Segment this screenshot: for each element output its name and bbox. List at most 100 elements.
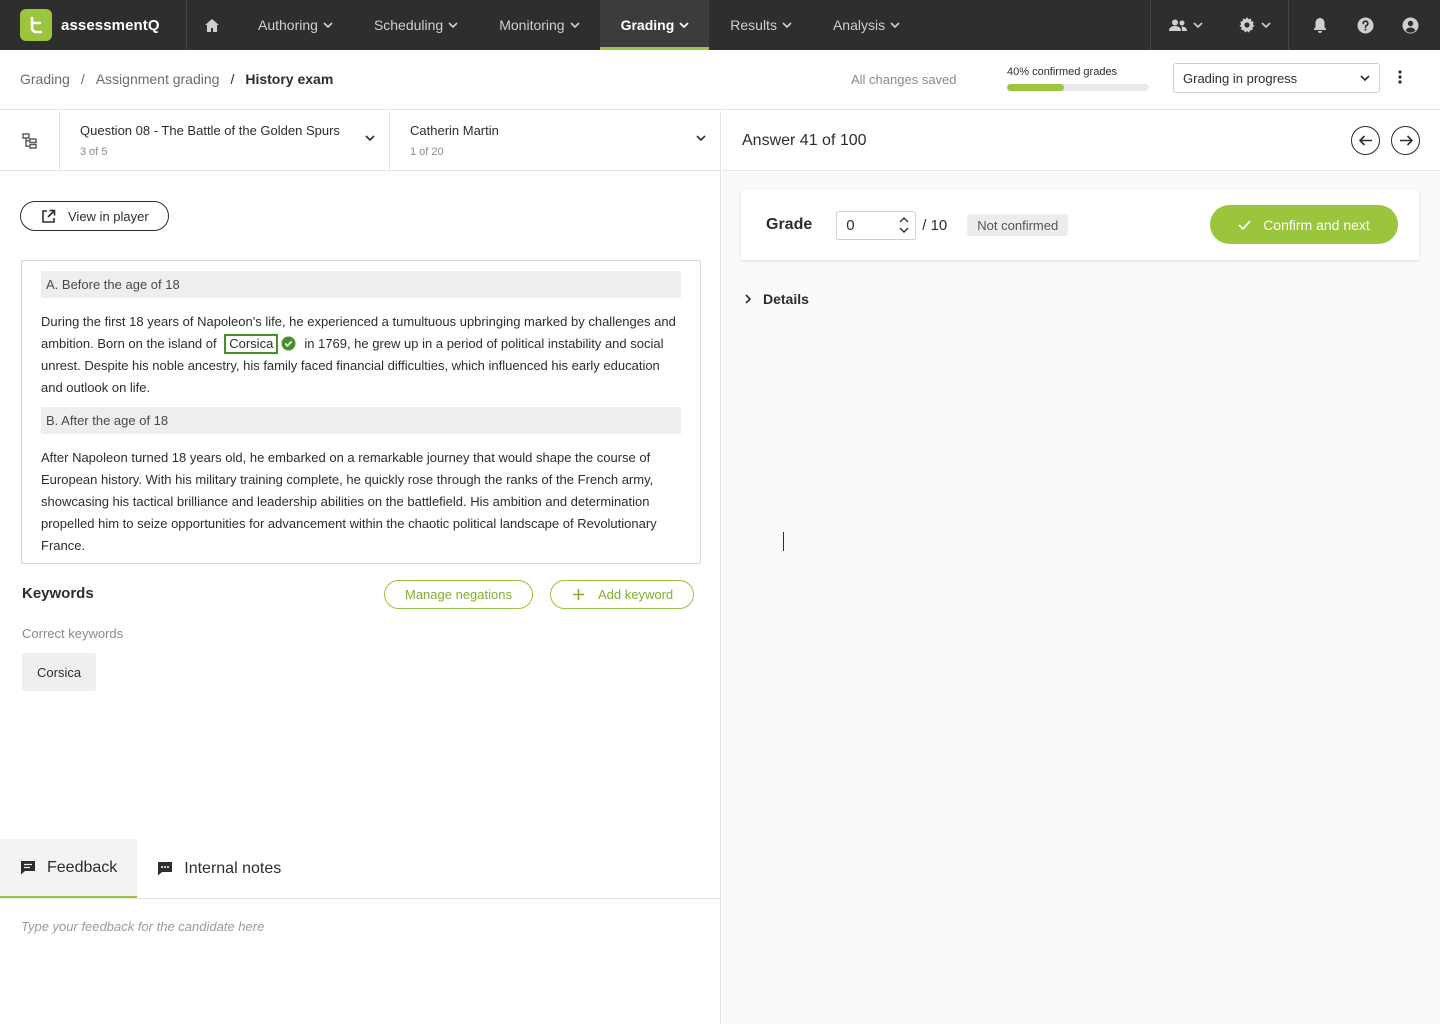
confirm-label: Confirm and next <box>1263 216 1370 233</box>
gear-icon <box>1238 17 1255 33</box>
nav-label: Authoring <box>258 17 318 33</box>
answer-panel: Question 08 - The Battle of the Golden S… <box>0 111 721 1024</box>
keywords-title: Keywords <box>22 585 94 602</box>
tree-icon <box>21 132 37 149</box>
nav-label: Grading <box>620 17 675 33</box>
external-link-icon <box>42 209 56 223</box>
grade-label: Grade <box>766 216 813 233</box>
save-status: All changes saved <box>851 72 957 87</box>
keyword-chip[interactable]: Corsica <box>22 653 97 691</box>
tab-label: Internal notes <box>184 859 282 877</box>
comment-icon <box>21 861 35 875</box>
next-answer-button[interactable] <box>1391 126 1420 155</box>
breadcrumb-separator: / <box>80 71 85 87</box>
nav-scheduling[interactable]: Scheduling <box>353 0 478 50</box>
nav-monitoring[interactable]: Monitoring <box>478 0 599 50</box>
nav-results[interactable]: Results <box>709 0 812 50</box>
account-button[interactable] <box>1380 0 1440 50</box>
nav-grading[interactable]: Grading <box>599 0 710 50</box>
page-header: Grading / Assignment grading / History e… <box>0 50 1440 110</box>
structure-tree-button[interactable] <box>0 111 60 170</box>
progress-label: 40% confirmed grades <box>1007 66 1118 78</box>
matched-keyword[interactable]: Corsica <box>224 334 279 354</box>
previous-answer-button[interactable] <box>1351 126 1380 155</box>
more-vertical-icon <box>1398 70 1402 84</box>
view-in-player-label: View in player <box>68 208 149 224</box>
question-selector[interactable]: Question 08 - The Battle of the Golden S… <box>60 111 390 170</box>
notifications-button[interactable] <box>1289 0 1350 50</box>
arrow-right-icon <box>1399 135 1413 146</box>
feedback-input[interactable]: Type your feedback for the candidate her… <box>21 919 264 934</box>
users-menu-button[interactable] <box>1151 0 1221 50</box>
details-toggle[interactable]: Details <box>745 291 809 307</box>
breadcrumb-separator: / <box>230 71 235 87</box>
manage-negations-label: Manage negations <box>405 587 512 602</box>
section-heading: B. After the age of 18 <box>41 407 681 434</box>
status-badge: Not confirmed <box>967 214 1069 236</box>
home-icon <box>205 18 219 32</box>
breadcrumb-grading[interactable]: Grading <box>20 71 70 87</box>
selector-bar: Question 08 - The Battle of the Golden S… <box>0 111 720 171</box>
check-circle-icon <box>281 336 296 351</box>
answer-navigation: Answer 41 of 100 <box>722 111 1440 171</box>
answer-paragraph: During the first 18 years of Napoleon's … <box>41 311 681 399</box>
grade-card: Grade 0 / 10 Not confirmed Confirm and n… <box>741 190 1419 260</box>
nav-analysis[interactable]: Analysis <box>812 0 920 50</box>
breadcrumb-assignment-grading[interactable]: Assignment grading <box>96 71 220 87</box>
add-keyword-label: Add keyword <box>598 587 674 602</box>
help-icon <box>1357 17 1373 33</box>
chevron-down-icon <box>323 22 333 28</box>
nav-authoring[interactable]: Authoring <box>237 0 353 50</box>
nav-label: Results <box>730 17 777 33</box>
question-title: Question 08 - The Battle of the Golden S… <box>80 123 340 138</box>
chevron-down-icon <box>448 22 458 28</box>
chevron-down-icon <box>890 22 900 28</box>
view-in-player-button[interactable]: View in player <box>20 201 169 231</box>
progress-fill <box>1007 84 1064 91</box>
chevron-down-icon <box>570 22 580 28</box>
logo-mark <box>20 9 52 41</box>
check-icon <box>1238 219 1251 230</box>
grading-status-select[interactable]: Grading in progress <box>1173 63 1380 93</box>
answer-paragraph: After Napoleon turned 18 years old, he e… <box>41 450 657 553</box>
progress-bar <box>1007 84 1149 91</box>
tab-feedback[interactable]: Feedback <box>0 839 138 898</box>
nav-label: Analysis <box>832 17 886 33</box>
more-options-button[interactable] <box>1398 70 1402 84</box>
nav-label: Scheduling <box>373 17 444 33</box>
home-button[interactable] <box>187 0 237 50</box>
candidate-answer: A. Before the age of 18 During the first… <box>21 260 701 564</box>
help-button[interactable] <box>1350 0 1380 50</box>
chevron-down-icon <box>1193 22 1203 28</box>
candidate-name: Catherin Martin <box>410 123 499 138</box>
answer-counter: Answer 41 of 100 <box>742 131 867 149</box>
correct-keywords-label: Correct keywords <box>22 626 124 641</box>
chevron-down-icon <box>679 22 689 28</box>
question-position: 3 of 5 <box>80 146 108 158</box>
grade-input[interactable]: 0 <box>836 210 917 240</box>
tab-internal-notes[interactable]: Internal notes <box>137 839 301 898</box>
note-icon <box>158 862 173 876</box>
stepper-icon[interactable] <box>899 216 909 234</box>
grading-panel: Answer 41 of 100 Grade 0 / 10 Not confir… <box>722 111 1440 1024</box>
app-logo[interactable]: assessmentQ <box>0 0 187 50</box>
settings-menu-button[interactable] <box>1221 0 1288 50</box>
candidate-selector[interactable]: Catherin Martin 1 of 20 <box>390 111 720 170</box>
top-navigation: assessmentQ Authoring Scheduling Monitor… <box>0 0 1440 50</box>
user-icon <box>1402 17 1418 33</box>
nav-right-group <box>1150 0 1440 50</box>
candidate-position: 1 of 20 <box>410 146 444 158</box>
grade-max: / 10 <box>922 216 948 234</box>
add-keyword-button[interactable]: Add keyword <box>550 580 695 609</box>
text-cursor <box>783 532 784 551</box>
chevron-down-icon <box>1260 22 1271 28</box>
breadcrumb-current: History exam <box>245 71 334 87</box>
section-heading: A. Before the age of 18 <box>41 271 681 298</box>
users-icon <box>1169 19 1187 31</box>
tab-label: Feedback <box>47 858 118 876</box>
breadcrumb: Grading / Assignment grading / History e… <box>20 71 333 87</box>
confirm-and-next-button[interactable]: Confirm and next <box>1210 205 1398 244</box>
feedback-tabs: Feedback Internal notes <box>0 839 720 899</box>
manage-negations-button[interactable]: Manage negations <box>384 580 533 609</box>
plus-icon <box>573 589 584 600</box>
